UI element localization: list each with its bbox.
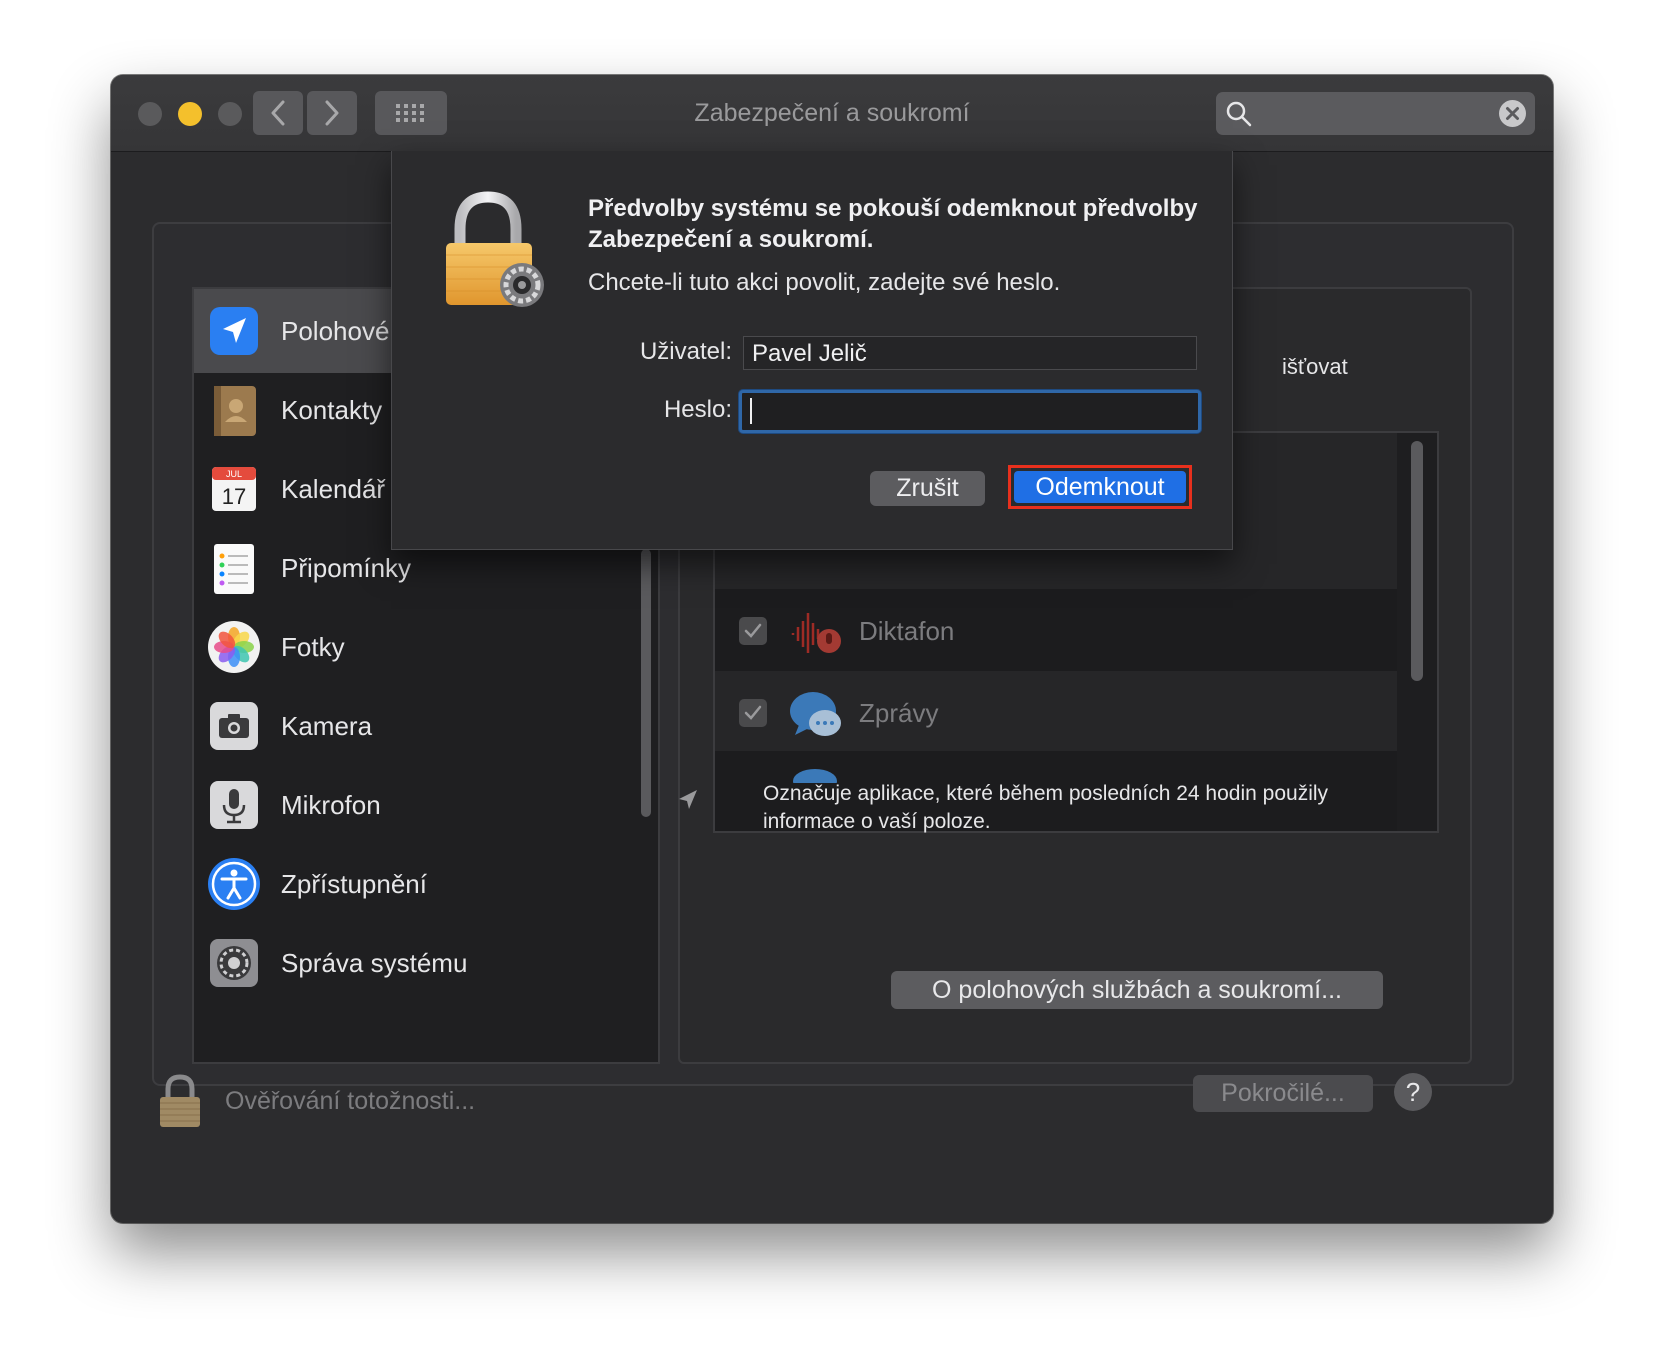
sidebar-item-photos[interactable]: Fotky [194,605,634,689]
sidebar-item-label: Kontakty [281,395,383,425]
preferences-window: Zabezpečení a soukromí Polohové Kontakty… [111,75,1553,1223]
app-name: Zprávy [859,698,939,728]
voice-memos-icon [791,613,841,653]
accessibility-icon [208,858,260,910]
user-label: Uživatel: [639,338,732,365]
sidebar-item-label: Polohové [281,316,390,346]
about-location-privacy-button[interactable]: O polohových službách a soukromí... [891,971,1383,1009]
calendar-icon: JUL 17 [212,467,256,511]
app-checkbox[interactable] [739,699,767,727]
sidebar-item-system-admin[interactable]: Správa systému [194,921,634,1005]
clear-search-button[interactable] [1499,100,1526,127]
lock-icon[interactable] [158,1073,202,1129]
list-item[interactable]: Zprávy [715,671,1397,755]
sidebar-item-label: Kalendář [281,474,386,504]
messages-icon [790,692,841,736]
sidebar-item-microphone[interactable]: Mikrofon [194,763,634,847]
list-scrollbar[interactable] [1411,441,1423,681]
lock-icon [446,191,544,307]
sidebar-item-label: Fotky [281,632,345,662]
location-arrow-icon [210,307,258,355]
list-item[interactable]: Diktafon [715,589,1397,673]
dialog-subtitle: Chcete-li tuto akci povolit, zadejte své… [588,269,1061,296]
password-field[interactable] [739,390,1201,433]
app-name: Diktafon [859,616,955,646]
unlock-button-highlight: Odemknout [1008,465,1192,509]
sidebar-item-accessibility[interactable]: Zpřístupnění [194,842,634,926]
sidebar-item-label: Mikrofon [281,790,381,820]
search-field[interactable] [1216,92,1535,135]
text-caret [750,398,752,424]
checkmark-icon [744,623,762,638]
sidebar-item-label: Kamera [281,711,373,741]
camera-icon [210,702,258,750]
microphone-icon [210,781,258,829]
password-label: Heslo: [663,396,732,423]
unlock-button[interactable]: Odemknout [1014,471,1186,503]
dialog-title: Předvolby systému se pokouší odemknout p… [588,195,1198,253]
sidebar-item-label: Správa systému [281,948,468,978]
authenticating-label: Ověřování totožnosti... [225,1087,476,1115]
sidebar-item-camera[interactable]: Kamera [194,684,634,768]
sidebar-item-label: Zpřístupnění [281,869,427,899]
advanced-button[interactable]: Pokročilé... [1193,1075,1373,1112]
panel-partial-label: išťovat [1282,354,1348,379]
svg-text:JUL: JUL [226,469,242,479]
photos-icon [208,621,260,673]
unlock-dialog: Předvolby systému se pokouší odemknout p… [391,151,1233,550]
search-icon [1226,101,1252,127]
cancel-button[interactable]: Zrušit [870,471,985,506]
help-button[interactable]: ? [1394,1073,1432,1111]
close-icon [1506,107,1519,120]
reminders-icon [214,544,254,594]
svg-text:17: 17 [222,484,246,509]
checkmark-icon [744,705,762,720]
sidebar-scrollbar[interactable] [641,549,651,817]
gear-icon [210,939,258,987]
contacts-book-icon [214,386,256,436]
location-note: Označuje aplikace, které během posledníc… [763,782,1329,833]
app-checkbox[interactable] [739,617,767,645]
location-arrow-icon [679,790,697,809]
title-bar: Zabezpečení a soukromí [111,75,1553,152]
username-field[interactable]: Pavel Jelič [743,336,1197,370]
